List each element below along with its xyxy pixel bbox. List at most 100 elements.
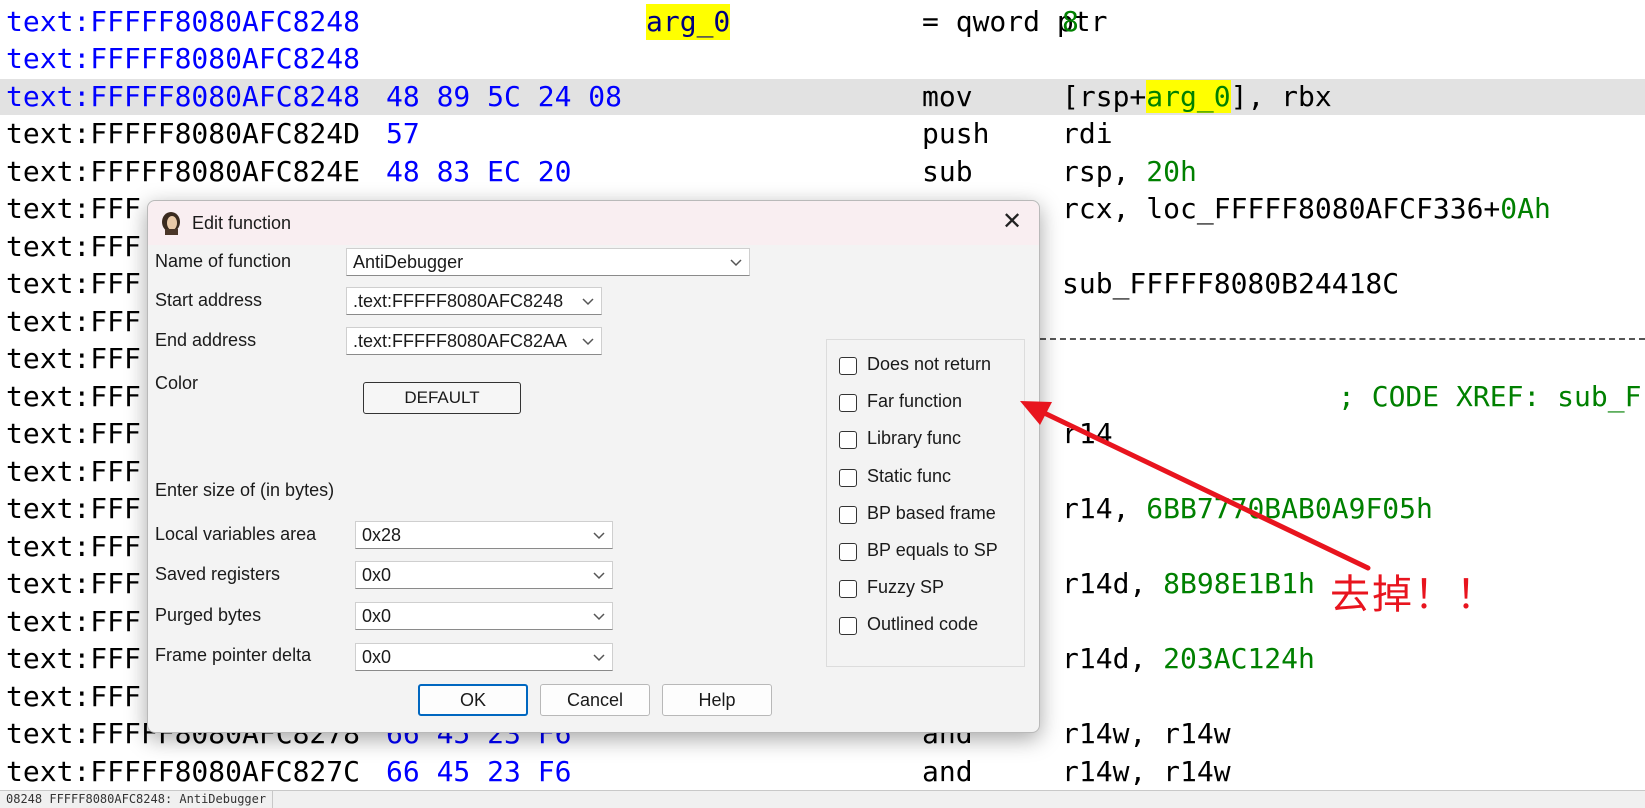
disasm-operands: r14d, 8B98E1B1h [1062,566,1315,602]
checkbox-box[interactable] [839,431,857,450]
operand-text: r14 [1062,417,1113,450]
disasm-address: text:FFF [6,567,141,600]
purged-bytes-label: Purged bytes [155,605,262,625]
disasm-mnemonic: push [922,117,990,150]
disasm-operands: rcx, loc_FFFFF8080AFCF336+0Ah [1062,191,1551,227]
function-name-combo[interactable]: AntiDebugger [346,248,750,276]
checkbox-label: Outlined code [867,614,979,635]
checkbox-label: Does not return [867,354,992,374]
function-flags-group: Does not return Far function Library func S… [826,339,1025,667]
chevron-down-icon [593,572,605,580]
operand-text: r14, [1062,492,1147,525]
checkbox-label: BP equals to SP [867,540,998,560]
start-address-combo[interactable]: .text:FFFFF8080AFC8248 [346,287,602,315]
color-label: Color [155,373,199,393]
disasm-address: text:FFF [6,642,141,675]
disasm-address: text:FFF [6,192,141,225]
operand-text: r14d, [1062,567,1164,600]
disasm-address: text:FFFFF8080AFC8248 [6,4,361,38]
checkbox-box[interactable] [839,505,857,524]
disasm-operands: [rsp+arg_0], rbx [1062,79,1332,115]
function-name-value: AntiDebugger [353,252,464,272]
operand-text: rcx, loc_FFFFF8080AFCF336+ [1062,192,1501,225]
dialog-titlebar[interactable]: Edit function ✕ [148,201,1039,245]
disasm-operands: r14w, r14w [1062,754,1231,790]
close-icon[interactable]: ✕ [995,207,1029,239]
disasm-line[interactable]: text:FFFFF8080AFC824E 48 83 EC 20 sub rsp, … [0,154,1645,190]
disasm-line[interactable]: text:FFFFF8080AFC8248 [0,41,1645,77]
checkbox-label: Fuzzy SP [867,577,945,598]
disasm-operands: 8 [1062,4,1079,40]
checkbox-label: Library func [867,428,962,449]
checkbox-box[interactable] [839,617,857,636]
disasm-address: text:FFF [6,267,141,300]
local-variables-label: Local variables area [155,524,317,544]
operand-text: [rsp+ [1062,79,1147,113]
local-variables-combo[interactable]: 0x28 [355,521,613,549]
saved-registers-combo[interactable]: 0x0 [355,561,613,589]
operand-text: r14w, r14w [1062,754,1231,788]
checkbox-label: Far function [867,391,963,412]
disasm-mnemonic: = qword ptr [922,4,1108,38]
disasm-comment: ; CODE XREF: sub_F [1338,379,1642,413]
start-address-value: .text:FFFFF8080AFC8248 [353,291,564,311]
operand-text: ], rbx [1230,79,1332,113]
disasm-arg-name: arg_0 [646,3,731,40]
ok-button[interactable]: OK [418,684,528,716]
operand-text: r14d, [1062,642,1164,675]
disasm-address: text:FFFFF8080AFC827C [6,754,361,788]
chevron-down-icon [593,532,605,540]
local-variables-value: 0x28 [362,525,402,545]
disasm-address: text:FFF [6,454,141,488]
disasm-address: text:FFF [6,379,141,413]
disasm-mnemonic: and [922,754,973,788]
disasm-mnemonic: sub [922,154,973,188]
purged-bytes-combo[interactable]: 0x0 [355,602,613,630]
ida-app-icon [162,212,180,235]
saved-registers-value: 0x0 [362,565,392,585]
saved-registers-label: Saved registers [155,564,281,584]
frame-pointer-delta-value: 0x0 [362,647,392,667]
help-button[interactable]: Help [662,684,772,716]
operand-number: 20h [1146,154,1197,188]
cancel-button[interactable]: Cancel [540,684,650,716]
disasm-address: text:FFFFF8080AFC8248 [6,42,361,75]
name-of-function-label: Name of function [155,251,292,271]
disasm-line[interactable]: text:FFFFF8080AFC8248 [0,0,1645,2]
color-default-button[interactable]: DEFAULT [363,382,521,414]
checkbox-box[interactable] [839,357,857,375]
disasm-address: text:FFFFF8080AFC8248 [6,79,361,113]
status-text: 08248 FFFFF8080AFC8248: AntiDebugger [0,791,274,808]
disasm-line[interactable]: text:FFFFF8080AFC827C 66 45 23 F6 and r14w,… [0,754,1645,790]
checkbox-box[interactable] [839,468,857,487]
disasm-address: text:FFF [6,304,141,338]
annotation-text: 去掉！！ [1330,572,1498,618]
checkbox-label: Static func [867,465,952,486]
operand-text: rsp, [1062,154,1147,188]
checkbox-box[interactable] [839,580,857,599]
disasm-line[interactable]: text:FFFFF8080AFC824D 57 push rdi [0,116,1645,152]
disasm-address: text:FFFFF8080AFC8248 [6,0,360,2]
checkbox-box[interactable] [839,543,857,561]
chevron-down-icon [593,654,605,662]
frame-pointer-delta-combo[interactable]: 0x0 [355,643,613,671]
operand-text: rdi [1062,117,1113,150]
disasm-address: text:FFF [6,679,141,713]
operand-highlight: arg_0 [1146,79,1231,113]
end-address-combo[interactable]: .text:FFFFF8080AFC82AA [346,327,602,355]
checkbox-box[interactable] [839,394,857,413]
disasm-line[interactable]: text:FFFFF8080AFC8248 arg_0 = qword ptr 8 [0,3,1645,40]
chevron-down-icon [582,298,594,306]
chevron-down-icon [582,338,594,346]
disasm-line[interactable]: text:FFFFF8080AFC8248 48 89 5C 24 08 mov [r… [0,78,1645,115]
disasm-operands: r14 [1062,416,1113,452]
disasm-operands: r14w, r14w [1062,716,1231,752]
dialog-title: Edit function [192,213,292,233]
purged-bytes-value: 0x0 [362,606,392,626]
disasm-operands: rdi [1062,116,1113,152]
disasm-bytes: 48 89 5C 24 08 [386,79,623,113]
operand-number: 8B98E1B1h [1163,567,1315,600]
checkbox-label: BP based frame [867,502,996,523]
disasm-bytes: 66 45 23 F6 [386,754,572,788]
operand-number: 203AC124h [1163,642,1315,675]
